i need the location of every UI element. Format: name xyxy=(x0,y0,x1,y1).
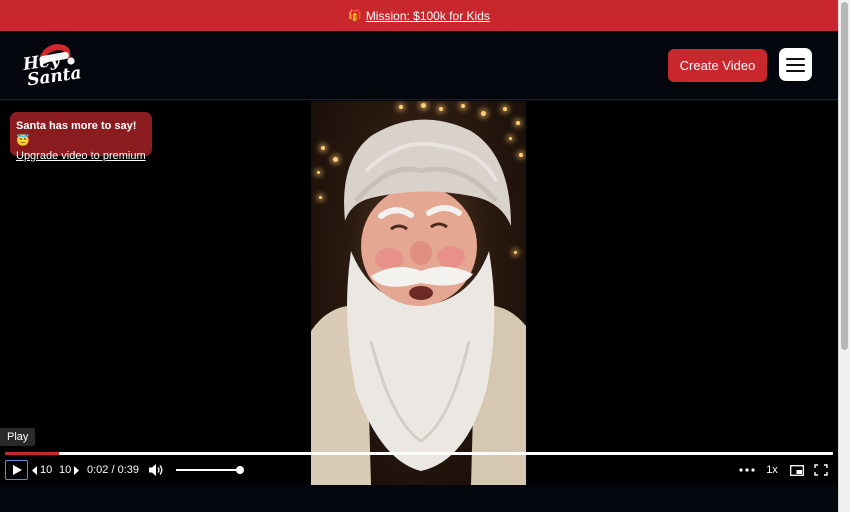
mission-banner: 🎁 Mission: $100k for Kids xyxy=(0,0,838,31)
time-separator: / xyxy=(108,464,118,476)
rewind-icon xyxy=(32,465,37,475)
hamburger-menu-icon[interactable] xyxy=(779,48,812,81)
volume-icon[interactable] xyxy=(148,461,164,479)
playback-speed-button[interactable]: 1x xyxy=(764,460,780,480)
fullscreen-icon[interactable] xyxy=(813,461,829,479)
logo-text: Hey Santa xyxy=(22,49,83,90)
current-time: 0:02 xyxy=(87,464,109,476)
menu-line xyxy=(786,63,805,66)
upsell-title: Santa has more to say! 😇 xyxy=(16,119,146,149)
time-display: 0:02 / 0:39 xyxy=(87,460,139,480)
premium-upsell-card: Santa has more to say! 😇 Upgrade video to… xyxy=(10,112,152,162)
gift-icon: 🎁 xyxy=(348,10,362,22)
forward-icon xyxy=(74,465,80,475)
upgrade-premium-link[interactable]: Upgrade video to premium xyxy=(16,149,146,164)
picture-in-picture-icon[interactable] xyxy=(789,461,805,479)
expand-icon xyxy=(814,464,828,476)
more-options-button[interactable] xyxy=(738,460,756,480)
upsell-title-text: Santa has more to say! xyxy=(16,120,137,132)
progress-fill xyxy=(5,452,59,455)
santa-figure xyxy=(311,119,526,485)
santa-video-frame[interactable] xyxy=(311,101,526,485)
volume-slider[interactable] xyxy=(176,466,244,474)
site-header: Hey Santa Create Video xyxy=(0,31,838,100)
player-controls: 10 10 0:02 / 0:39 1x xyxy=(0,456,838,484)
progress-bar[interactable] xyxy=(5,452,833,455)
play-tooltip: Play xyxy=(0,428,36,446)
skip-back-button[interactable]: 10 xyxy=(32,460,52,480)
create-video-button[interactable]: Create Video xyxy=(668,49,767,82)
menu-line xyxy=(786,69,805,72)
page-footer-strip xyxy=(0,485,838,512)
page: 🎁 Mission: $100k for Kids Hey Santa Crea… xyxy=(0,0,850,512)
speaker-icon xyxy=(149,464,163,476)
skip-back-seconds: 10 xyxy=(40,464,53,476)
more-dots-icon xyxy=(739,468,755,472)
page-scrollbar[interactable] xyxy=(838,0,850,512)
skip-forward-seconds: 10 xyxy=(59,464,72,476)
menu-line xyxy=(786,57,805,60)
skip-forward-button[interactable]: 10 xyxy=(59,460,80,480)
hey-santa-logo[interactable]: Hey Santa xyxy=(22,39,83,95)
volume-knob[interactable] xyxy=(236,466,244,474)
play-button[interactable] xyxy=(5,460,28,480)
mission-link[interactable]: Mission: $100k for Kids xyxy=(366,9,490,23)
play-icon xyxy=(12,465,22,475)
scrollbar-thumb[interactable] xyxy=(841,2,848,350)
volume-fill xyxy=(176,469,240,471)
pip-icon xyxy=(790,464,804,476)
angel-emoji-icon: 😇 xyxy=(16,135,30,147)
duration: 0:39 xyxy=(117,464,140,476)
video-player[interactable]: Santa has more to say! 😇 Upgrade video to… xyxy=(0,101,838,485)
